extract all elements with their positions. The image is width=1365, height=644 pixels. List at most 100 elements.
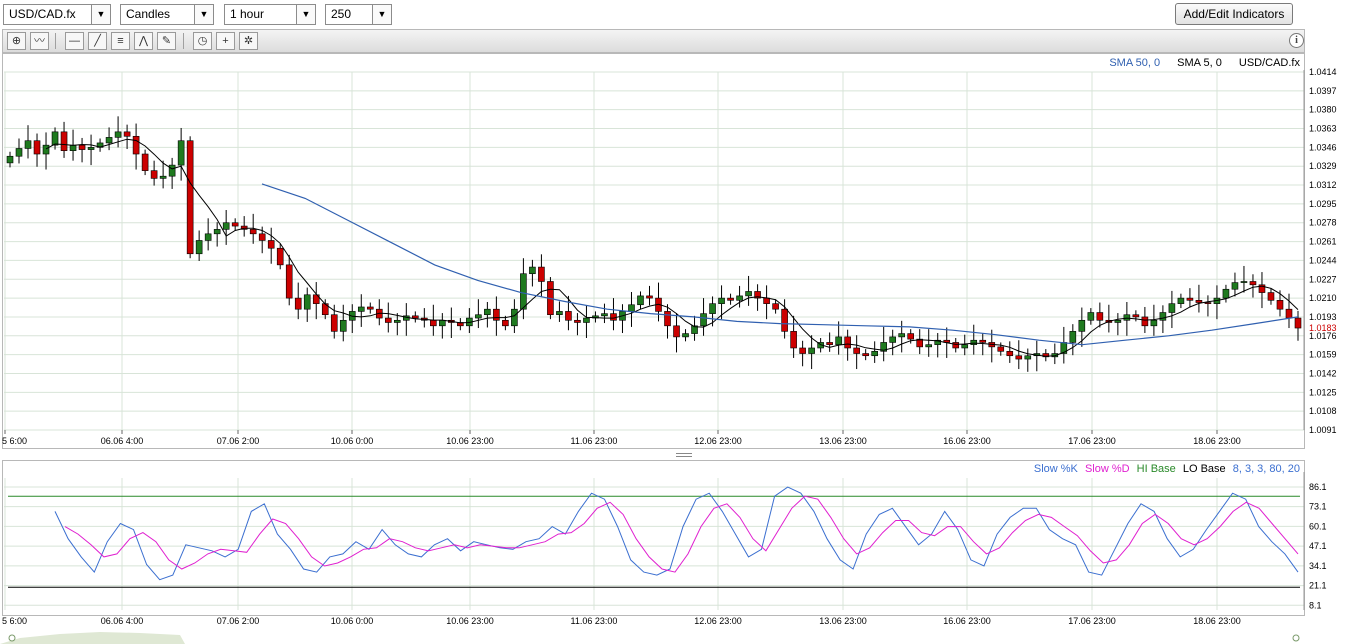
candle-down [664,311,671,327]
candle-down [1294,317,1302,329]
candle-down [538,266,545,282]
price-x-tick-label: 06.06 4:00 [101,436,144,446]
candle-down [276,247,284,266]
price-x-tick-label: 10.06 0:00 [331,436,374,446]
candle-down [33,140,41,155]
price-x-tick-label: 11.06 23:00 [571,436,618,446]
candle-up [1123,314,1131,321]
candle-up [583,317,590,323]
candle-down [610,313,617,321]
candle-down [493,308,500,321]
candle-up [601,313,608,317]
candle-up [105,137,113,144]
stoch-x-tick-label: 16.06 23:00 [943,616,991,626]
stoch-y-tick-label: 73.1 [1309,502,1327,512]
candle-down [790,331,797,349]
candle-up [889,336,896,343]
candle-down [78,144,86,150]
candle-down [907,333,914,340]
price-y-tick-label: 1.0108 [1309,406,1337,416]
candle-up [1222,288,1230,299]
stoch-x-tick-label: 5 6:00 [2,616,27,626]
candle-down [249,229,257,235]
candle-down [1276,300,1284,310]
price-y-tick-label: 1.0397 [1309,86,1337,96]
candle-down [565,311,572,321]
price-y-tick-label: 1.0329 [1309,161,1337,171]
candle-up [628,304,635,312]
price-y-tick-label: 1.0363 [1309,124,1337,134]
price-y-tick-label: 1.0295 [1309,199,1337,209]
stoch-x-tick-label: 10.06 23:00 [446,616,494,626]
candle-down [384,317,392,323]
price-y-tick-label: 1.0414 [1309,67,1337,77]
stoch-x-tick-label: 17.06 23:00 [1068,616,1116,626]
navigator-left-handle[interactable] [8,634,16,642]
candle-down [574,319,581,323]
candle-down [772,303,779,310]
candle-up [898,333,905,338]
price-x-tick-label: 10.06 23:00 [446,436,494,446]
price-x-tick-label: 5 6:00 [2,436,27,446]
candle-up [736,295,743,301]
candle-up [871,351,878,357]
candle-down [285,264,293,299]
candle-down [1141,316,1149,327]
price-y-tick-label: 1.0346 [1309,142,1337,152]
candle-up [42,144,50,155]
candle-up [222,222,230,230]
stoch-x-tick-label: 12.06 23:00 [694,616,742,626]
candle-down [979,339,987,343]
sma5-line [45,138,1299,357]
candle-down [646,295,653,299]
candle-up [1078,319,1086,332]
candle-down [727,297,734,301]
price-x-tick-label: 16.06 23:00 [943,436,991,446]
candle-up [1159,312,1167,321]
stoch-x-tick-label: 18.06 23:00 [1193,616,1241,626]
candle-up [51,131,59,146]
candle-up [475,314,482,319]
candle-down [1186,297,1194,301]
price-y-tick-label: 1.0125 [1309,387,1337,397]
stoch-y-tick-label: 8.1 [1309,600,1322,610]
candle-up [520,273,527,310]
navigator-right-handle[interactable] [1292,634,1300,642]
candle-down [799,347,806,354]
price-x-tick-label: 18.06 23:00 [1193,436,1241,446]
candle-down [844,336,851,349]
price-y-tick-label: 1.0142 [1309,368,1337,378]
candle-up [114,131,122,138]
candle-up [700,313,707,327]
candle-up [835,336,842,345]
candle-up [168,164,176,177]
candle-up [1024,355,1032,360]
candle-down [1195,300,1203,303]
slow-d-line [64,495,1299,573]
candle-down [1249,281,1257,286]
candle-up [961,344,969,349]
price-y-tick-label: 1.0193 [1309,312,1337,322]
candle-up [394,319,401,323]
navigator-area [0,632,185,644]
candle-down [1006,351,1014,357]
candle-up [15,148,23,157]
price-y-tick-label: 1.0091 [1309,425,1337,435]
trading-chart-window: USD/CAD.fx ▼ Candles ▼ 1 hour ▼ 250 ▼ Ad… [0,0,1365,644]
candle-up [1168,303,1176,313]
candle-down [826,342,833,345]
candle-up [709,303,716,314]
candle-up [925,344,933,348]
price-y-tick-label: 1.0380 [1309,105,1337,115]
candle-up [637,295,644,306]
stoch-y-tick-label: 86.1 [1309,482,1327,492]
candle-up [213,229,221,235]
candle-up [439,319,446,327]
candle-up [24,140,32,149]
candle-up [682,333,689,338]
candle-up [6,155,14,164]
history-navigator[interactable] [0,628,1365,644]
candle-up [1231,282,1239,290]
candle-down [412,315,419,319]
stoch-y-tick-label: 60.1 [1309,521,1327,531]
